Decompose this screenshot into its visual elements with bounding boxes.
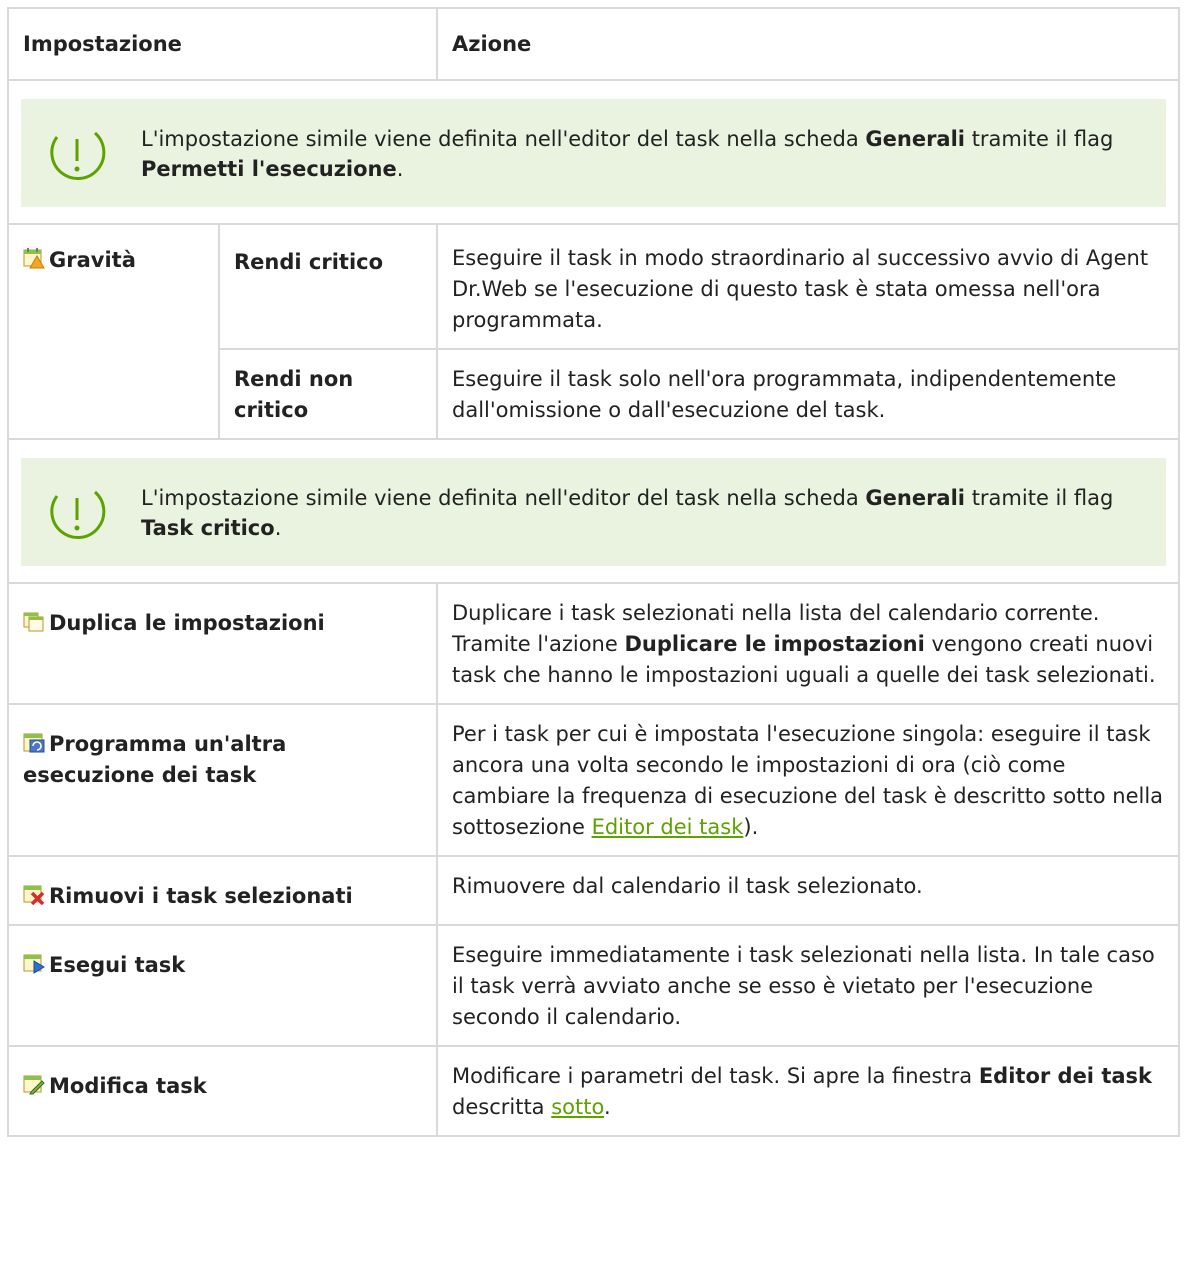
table-row-esegui: Esegui task Eseguire immediatamente i ta…	[7, 924, 1180, 1047]
setting-option-noncritico: Rendi non critico	[218, 348, 438, 440]
calendar-edit-icon	[23, 1073, 45, 1095]
action-cell: Eseguire il task solo nell'ora programma…	[436, 348, 1180, 440]
table-header-row: Impostazione Azione	[7, 7, 1180, 81]
setting-name-cell: Rimuovi i task selezionati	[7, 855, 438, 926]
action-cell: Rimuovere dal calendario il task selezio…	[436, 855, 1180, 926]
note-text: L'impostazione simile viene definita nel…	[141, 127, 1114, 181]
setting-name-cell: Gravità	[7, 223, 220, 440]
calendar-run-icon	[23, 952, 45, 974]
column-header-azione: Azione	[436, 7, 1180, 81]
setting-option-critico: Rendi critico	[218, 223, 438, 350]
settings-table: Impostazione Azione L'impostazione simil…	[7, 7, 1180, 1137]
table-row-duplica: Duplica le impostazioni Duplicare i task…	[7, 582, 1180, 705]
setting-name-cell: Duplica le impostazioni	[7, 582, 438, 705]
action-cell: Duplicare i task selezionati nella lista…	[436, 582, 1180, 705]
exclamation-circle-icon	[45, 480, 141, 544]
exclamation-circle-icon	[45, 121, 141, 185]
setting-name-cell: Esegui task	[7, 924, 438, 1047]
note-box: L'impostazione simile viene definita nel…	[21, 99, 1166, 207]
sotto-link[interactable]: sotto	[551, 1095, 604, 1119]
note-text: L'impostazione simile viene definita nel…	[141, 486, 1114, 540]
calendar-delete-icon	[23, 883, 45, 906]
column-header-impostazione: Impostazione	[7, 7, 438, 81]
note-box: L'impostazione simile viene definita nel…	[21, 458, 1166, 566]
setting-name-cell: Programma un'altra esecuzione dei task	[7, 703, 438, 857]
settings-table-container: Impostazione Azione L'impostazione simil…	[7, 7, 1180, 1137]
table-row-modifica: Modifica task Modificare i parametri del…	[7, 1045, 1180, 1137]
table-row-gravita-critico: Gravità Rendi critico Eseguire il task i…	[7, 223, 1180, 440]
note-row: L'impostazione simile viene definita nel…	[7, 79, 1180, 225]
table-row-rimuovi: Rimuovi i task selezionati Rimuovere dal…	[7, 855, 1180, 926]
action-cell: Eseguire il task in modo straordinario a…	[436, 223, 1180, 350]
table-row-programma: Programma un'altra esecuzione dei task P…	[7, 703, 1180, 857]
calendar-copy-icon	[23, 610, 45, 632]
action-cell: Modificare i parametri del task. Si apre…	[436, 1045, 1180, 1137]
calendar-warning-icon	[23, 247, 45, 269]
editor-dei-task-link[interactable]: Editor dei task	[592, 815, 744, 839]
note-row: L'impostazione simile viene definita nel…	[7, 438, 1180, 584]
calendar-repeat-icon	[23, 731, 45, 753]
action-cell: Per i task per cui è impostata l'esecuzi…	[436, 703, 1180, 857]
action-cell: Eseguire immediatamente i task seleziona…	[436, 924, 1180, 1047]
setting-name-cell: Modifica task	[7, 1045, 438, 1137]
